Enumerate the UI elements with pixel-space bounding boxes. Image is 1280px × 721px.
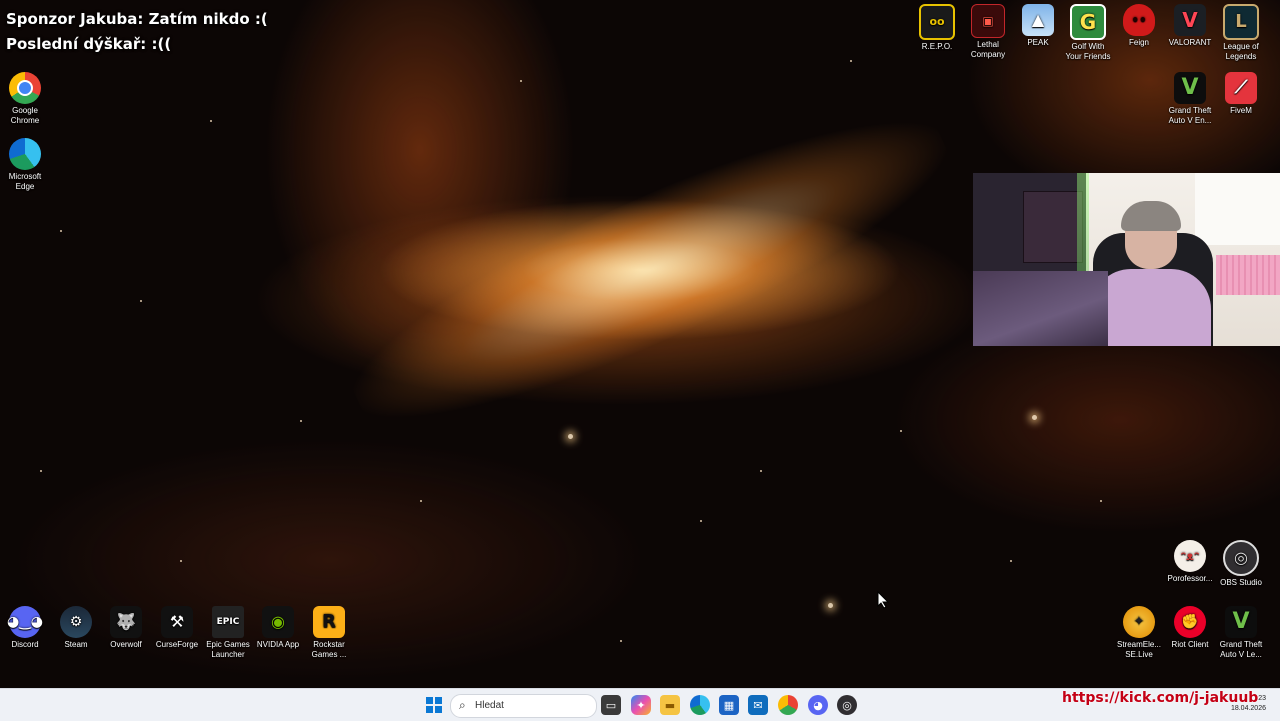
desktop-icon-label: VALORANT — [1168, 38, 1212, 47]
desktop-icon-epic[interactable]: EPIC Epic Games Launcher — [204, 606, 252, 660]
desktop-icon-label: FiveM — [1230, 106, 1252, 115]
desktop-icon-gta-legacy[interactable]: V Grand Theft Auto V Le... — [1217, 606, 1265, 660]
desktop-icon-golf[interactable]: G Golf With Your Friends — [1064, 4, 1112, 62]
discord-taskbar-icon[interactable]: ◕ — [808, 695, 828, 715]
desktop-icon-obs[interactable]: ◎ OBS Studio — [1217, 540, 1265, 588]
task-view-icon[interactable]: ▭ — [601, 695, 621, 715]
golf-icon: G — [1070, 4, 1106, 40]
desktop-icon-edge[interactable]: Microsoft Edge — [1, 138, 49, 192]
chrome-taskbar-icon[interactable] — [778, 695, 798, 715]
desktop-icon-curseforge[interactable]: ⚒ CurseForge — [153, 606, 201, 650]
sponsor-overlay-text: Sponzor Jakuba: Zatím nikdo :( — [6, 10, 268, 28]
desktop-icon-label: Golf With Your Friends — [1065, 42, 1111, 61]
desktop-icon-label: OBS Studio — [1220, 578, 1262, 587]
desktop-icon-label: Overwolf — [110, 640, 142, 649]
desktop-icon-label: Grand Theft Auto V Le... — [1219, 640, 1263, 659]
stream-url-overlay: https://kick.com/j-jakuub — [1062, 690, 1259, 706]
desktop-icon-nvidia[interactable]: ◉ NVIDIA App — [254, 606, 302, 650]
overwolf-icon: 🐺 — [110, 606, 142, 638]
desktop-icon-label: Rockstar Games ... — [311, 640, 347, 659]
webcam-window — [1195, 173, 1280, 245]
feign-icon: •• — [1123, 4, 1155, 36]
chrome-icon — [9, 72, 41, 104]
rockstar-icon: R — [313, 606, 345, 638]
taskbar-search-box[interactable]: ⌕ Hledat — [450, 694, 597, 718]
clock-date: 18.04.2026 — [1230, 705, 1266, 712]
curseforge-icon: ⚒ — [161, 606, 193, 638]
webcam-person-body — [1091, 269, 1211, 346]
desktop-icon-feign[interactable]: •• Feign — [1115, 4, 1163, 48]
desktop-icon-label: Steam — [64, 640, 88, 649]
desktop-icon-label: R.E.P.O. — [921, 42, 953, 51]
copilot-icon[interactable]: ✦ — [631, 695, 651, 715]
steam-icon: ⚙ — [60, 606, 92, 638]
microsoft-store-icon[interactable]: ▦ — [719, 695, 739, 715]
webcam-desk — [973, 271, 1108, 346]
obs-taskbar-icon[interactable]: ◎ — [837, 695, 857, 715]
gta-legacy-icon: V — [1225, 606, 1257, 638]
desktop-icon-riot[interactable]: ✊ Riot Client — [1166, 606, 1214, 650]
webcam-shelf — [1023, 191, 1083, 263]
edge-icon — [9, 138, 41, 170]
discord-icon: ◕‿◕ — [7, 606, 43, 638]
desktop-icon-label: StreamEle... SE.Live — [1116, 640, 1161, 659]
galaxy-wallpaper-core — [329, 75, 971, 465]
desktop-icon-league[interactable]: L League of Legends — [1217, 4, 1265, 62]
desktop-icon-valorant[interactable]: V VALORANT — [1166, 4, 1214, 48]
porofessor-icon: ᵔᴥᵔ — [1174, 540, 1206, 572]
valorant-icon: V — [1174, 4, 1206, 36]
clock-time: 23 — [1258, 695, 1266, 702]
desktop-icon-repo[interactable]: oo R.E.P.O. — [913, 4, 961, 52]
outlook-icon[interactable]: ✉ — [748, 695, 768, 715]
desktop-icon-rockstar[interactable]: R Rockstar Games ... — [305, 606, 353, 660]
desktop-icon-lethal-company[interactable]: ▣ Lethal Company — [964, 4, 1012, 60]
nvidia-icon: ◉ — [262, 606, 294, 638]
lethal-company-icon: ▣ — [971, 4, 1005, 38]
fivem-icon: ⟋ — [1225, 72, 1257, 104]
gta-icon: V — [1174, 72, 1206, 104]
desktop-icon-overwolf[interactable]: 🐺 Overwolf — [102, 606, 150, 650]
webcam-radiator — [1216, 255, 1280, 295]
epic-icon: EPIC — [212, 606, 244, 638]
desktop-icon-peak[interactable]: ▲ PEAK — [1014, 4, 1062, 48]
peak-icon: ▲ — [1022, 4, 1054, 36]
search-placeholder: Hledat — [475, 700, 504, 711]
desktop-icon-label: Microsoft Edge — [8, 172, 42, 191]
desktop-icon-gta-enhanced[interactable]: V Grand Theft Auto V En... — [1166, 72, 1214, 126]
desktop-icon-fivem[interactable]: ⟋ FiveM — [1217, 72, 1265, 116]
streamelements-icon: ✦ — [1123, 606, 1155, 638]
desktop-icon-porofessor[interactable]: ᵔᴥᵔ Porofessor... — [1166, 540, 1214, 584]
file-explorer-icon[interactable]: ▬ — [660, 695, 680, 715]
league-icon: L — [1223, 4, 1259, 40]
edge-taskbar-icon[interactable] — [690, 695, 710, 715]
desktop-icon-label: CurseForge — [155, 640, 199, 649]
start-button[interactable] — [424, 695, 444, 715]
desktop-icon-label: Feign — [1128, 38, 1149, 47]
desktop-icon-label: League of Legends — [1223, 42, 1259, 61]
desktop-icon-label: PEAK — [1027, 38, 1049, 47]
repo-icon: oo — [919, 4, 955, 40]
desktop-icon-label: Google Chrome — [10, 106, 40, 125]
desktop-icon-streamelements[interactable]: ✦ StreamEle... SE.Live — [1115, 606, 1163, 660]
last-donor-overlay-text: Poslední dýškař: :(( — [6, 35, 172, 53]
desktop-icon-label: Epic Games Launcher — [206, 640, 250, 659]
desktop-icon-discord[interactable]: ◕‿◕ Discord — [1, 606, 49, 650]
desktop-icon-label: Riot Client — [1171, 640, 1209, 649]
desktop-icon-label: Lethal Company — [970, 40, 1006, 59]
windows-logo-icon — [426, 697, 442, 713]
desktop-icon-label: NVIDIA App — [256, 640, 300, 649]
riot-icon: ✊ — [1174, 606, 1206, 638]
webcam-overlay — [973, 173, 1280, 346]
obs-icon: ◎ — [1223, 540, 1259, 576]
search-icon: ⌕ — [459, 698, 466, 712]
desktop-icon-steam[interactable]: ⚙ Steam — [52, 606, 100, 650]
desktop-icon-label: Discord — [11, 640, 39, 649]
mouse-cursor-icon — [877, 591, 889, 609]
desktop-icon-label: Grand Theft Auto V En... — [1168, 106, 1212, 125]
desktop-icon-label: Porofessor... — [1167, 574, 1213, 583]
desktop-icon-chrome[interactable]: Google Chrome — [1, 72, 49, 126]
